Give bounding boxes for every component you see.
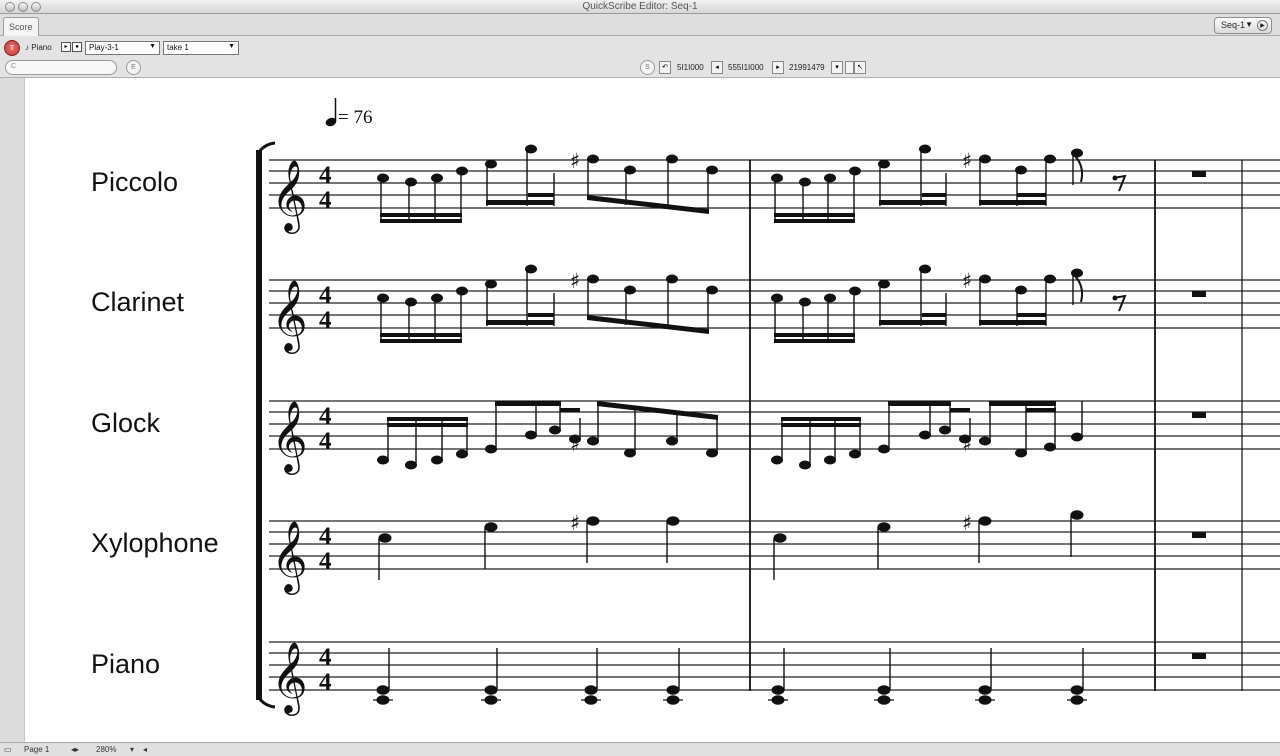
tempo-value: = 76 [338, 107, 372, 128]
record-small-icon[interactable]: ● [72, 42, 82, 52]
staff-xylophone: Xylophone 𝄞 4 4 ♯ ♯ [91, 510, 1280, 595]
playlist-value: Play-3-1 [89, 43, 119, 52]
undo-icon[interactable]: ↶ [659, 61, 671, 74]
score-left-gutter [0, 78, 25, 742]
treble-clef-icon: 𝄞 [271, 158, 308, 234]
page-stepper-icon[interactable]: ◂▸ [71, 745, 79, 754]
take-select[interactable]: take 1 ▼ [163, 41, 239, 55]
sharp-icon: ♯ [962, 511, 972, 535]
time-signature-bottom: 4 [319, 548, 332, 575]
s-button[interactable]: S [640, 60, 655, 75]
sharp-icon: ♯ [570, 149, 580, 173]
status-bar: ▭ Page 1 ◂▸ 280% ▾ ◂ [0, 742, 1280, 756]
time-signature-top: 4 [319, 282, 332, 309]
tab-row: Score Seq-1 ▼ ▶ [0, 14, 1280, 36]
time-signature-bottom: 4 [319, 187, 332, 214]
sequence-menu[interactable]: Seq-1 ▼ ▶ [1214, 17, 1272, 34]
staff-glock: Glock 𝄞 4 4 ♯ ♯ [91, 399, 1280, 475]
tempo-marking: = 76 [325, 98, 372, 128]
page-label: Page 1 [24, 745, 50, 754]
search-input[interactable]: C [5, 60, 117, 75]
chevron-down-icon: ▼ [228, 43, 235, 50]
score-canvas[interactable]: = 76 Piccolo 𝄞 4 4 ♯ ♯ Clarinet 𝄞 4 4 ♯ … [0, 78, 1280, 742]
instrument-name-xylophone: Xylophone [91, 528, 219, 558]
page-layout-icon[interactable]: ▭ [4, 745, 12, 754]
zoom-value[interactable]: 280% [96, 745, 116, 754]
arrow-left-icon[interactable]: ◂ [711, 61, 723, 74]
chevron-down-icon: ▼ [149, 43, 156, 50]
sequence-menu-value: Seq-1 [1221, 20, 1246, 30]
time-signature-bottom: 4 [319, 307, 332, 334]
treble-clef-icon: 𝄞 [271, 640, 308, 716]
position-readout: 5I1I000 [677, 63, 704, 72]
cursor-tool-icon[interactable]: ↖ [854, 61, 866, 74]
treble-clef-icon: 𝄞 [271, 519, 308, 595]
time-signature-top: 4 [319, 523, 332, 550]
play-icon[interactable]: ▶ [1257, 20, 1268, 31]
transport-bar: S ↶ 5I1I000 ◂ 555I1I000 ▸ 21991479 ▾ ↖ [640, 60, 870, 75]
treble-clef-icon: 𝄞 [271, 278, 308, 354]
sharp-icon: ♯ [570, 432, 580, 456]
end-position-readout: 555I1I000 [728, 63, 764, 72]
chevron-down-icon[interactable]: ▾ [130, 745, 134, 754]
checkbox-icon[interactable] [845, 61, 854, 74]
time-signature-bottom: 4 [319, 669, 332, 696]
play-small-icon[interactable]: ▸ [61, 42, 71, 52]
title-bar: QuickScribe Editor: Seq-1 [0, 0, 1280, 14]
playlist-select[interactable]: Play-3-1 ▼ [85, 41, 160, 55]
time-signature-top: 4 [319, 644, 332, 671]
time-signature-bottom: 4 [319, 428, 332, 455]
toolbar-row-2: C E S ↶ 5I1I000 ◂ 555I1I000 ▸ 21991479 ▾… [0, 58, 1280, 78]
sharp-icon: ♯ [570, 269, 580, 293]
toolbar-row-1: T ♪ Piano ▸ ● Play-3-1 ▼ take 1 ▼ [0, 37, 1280, 58]
instrument-name-clarinet: Clarinet [91, 287, 185, 317]
instrument-label: ♪ Piano [25, 43, 52, 52]
tab-score[interactable]: Score [3, 17, 39, 36]
staff-piccolo: Piccolo 𝄞 4 4 ♯ ♯ [91, 144, 1280, 234]
take-value: take 1 [167, 43, 189, 52]
sharp-icon: ♯ [570, 511, 580, 535]
chevron-down-icon[interactable]: ▾ [831, 61, 843, 74]
time-signature-top: 4 [319, 162, 332, 189]
window-title: QuickScribe Editor: Seq-1 [582, 1, 698, 12]
treble-clef-icon: 𝄞 [271, 399, 308, 475]
instrument-name-glock: Glock [91, 408, 161, 438]
arrow-right-icon[interactable]: ▸ [772, 61, 784, 74]
chevron-down-icon: ▼ [1245, 20, 1253, 29]
staff-clarinet: Clarinet 𝄞 4 4 ♯ ♯ [91, 264, 1280, 354]
time-signature-top: 4 [319, 403, 332, 430]
instrument-name-piano: Piano [91, 649, 160, 679]
score-page[interactable]: = 76 Piccolo 𝄞 4 4 ♯ ♯ Clarinet 𝄞 4 4 ♯ … [25, 78, 1280, 742]
scroll-left-icon[interactable]: ◂ [143, 745, 147, 754]
record-button[interactable]: T [4, 40, 20, 56]
sharp-icon: ♯ [962, 269, 972, 293]
instrument-name-piccolo: Piccolo [91, 167, 178, 197]
e-button[interactable]: E [126, 60, 141, 75]
sharp-icon: ♯ [962, 149, 972, 173]
score-notation[interactable]: = 76 Piccolo 𝄞 4 4 ♯ ♯ Clarinet 𝄞 4 4 ♯ … [25, 78, 1280, 742]
length-readout: 21991479 [789, 63, 825, 72]
